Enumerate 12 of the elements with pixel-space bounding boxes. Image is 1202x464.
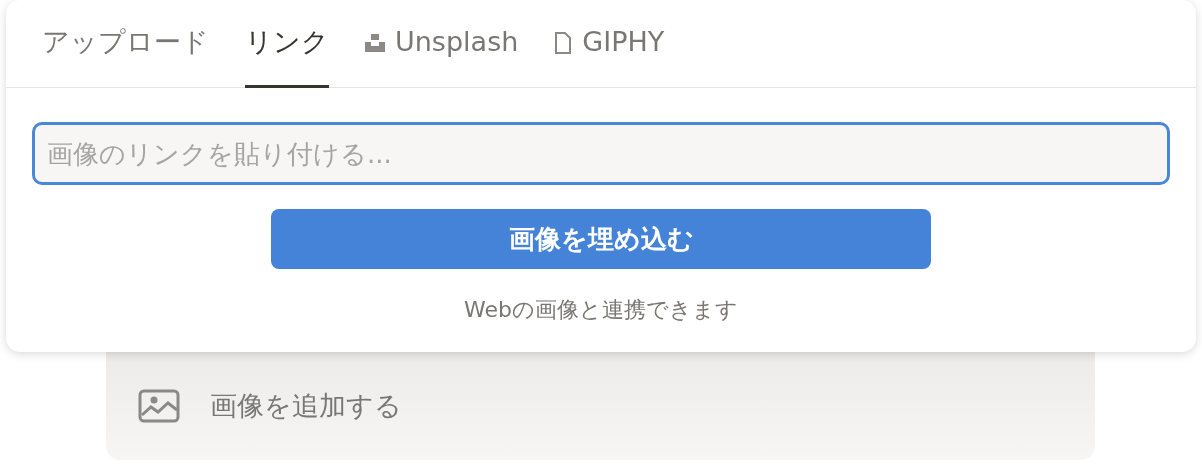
- link-input-field[interactable]: 画像のリンクを貼り付ける...: [32, 122, 1170, 185]
- hint-text: Webの画像と連携できます: [464, 296, 738, 324]
- image-icon: [138, 389, 180, 423]
- embed-image-button[interactable]: 画像を埋め込む: [271, 209, 931, 269]
- add-image-block[interactable]: 画像を追加する: [106, 352, 1095, 460]
- tab[interactable]: アップロード: [42, 0, 209, 88]
- document-icon: [554, 31, 573, 54]
- unsplash-logo-icon: [365, 33, 385, 52]
- tab[interactable]: Unsplash: [365, 0, 519, 88]
- tab[interactable]: GIPHY: [554, 0, 665, 88]
- add-image-label: 画像を追加する: [210, 388, 402, 423]
- tab[interactable]: リンク: [245, 0, 329, 88]
